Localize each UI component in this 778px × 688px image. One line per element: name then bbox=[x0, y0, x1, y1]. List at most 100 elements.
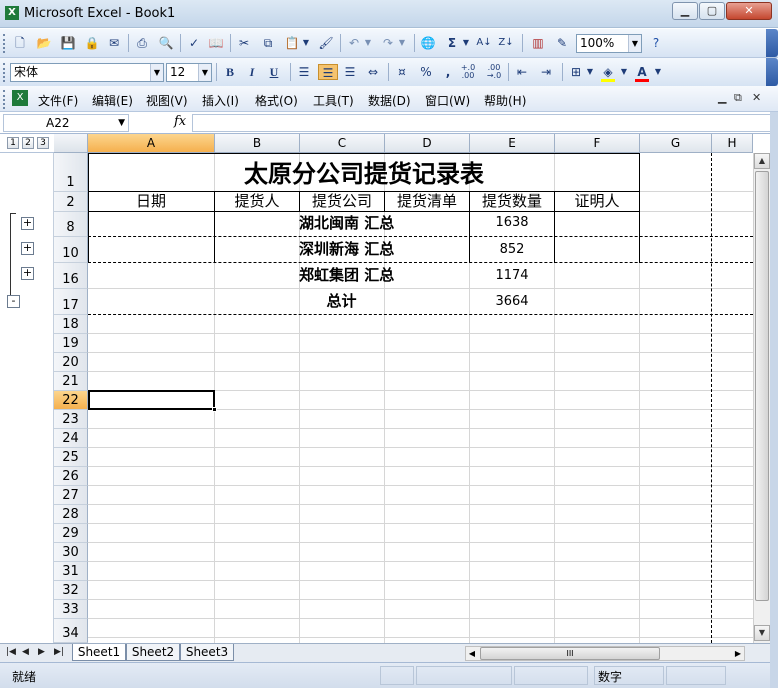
sheet-title[interactable]: 太原分公司提货记录表 bbox=[89, 157, 639, 191]
row-header[interactable]: 34 bbox=[54, 619, 88, 643]
row-header[interactable]: 10 bbox=[54, 237, 88, 263]
redo-icon[interactable]: ↷ bbox=[380, 35, 396, 51]
grand-total-value[interactable]: 3664 bbox=[470, 292, 554, 312]
hyperlink-icon[interactable]: 🌐 bbox=[420, 35, 436, 51]
subtotal-value[interactable]: 1174 bbox=[470, 266, 554, 286]
header-quantity[interactable]: 提货数量 bbox=[470, 192, 554, 211]
last-sheet-icon[interactable]: ▶| bbox=[54, 647, 64, 657]
header-picker[interactable]: 提货人 bbox=[215, 192, 299, 211]
cut-icon[interactable]: ✂ bbox=[236, 35, 252, 51]
formula-input[interactable] bbox=[192, 114, 774, 132]
header-witness[interactable]: 证明人 bbox=[555, 192, 639, 211]
header-list[interactable]: 提货清单 bbox=[385, 192, 469, 211]
row-header[interactable]: 28 bbox=[54, 505, 88, 524]
tab-sheet1[interactable]: Sheet1 bbox=[72, 644, 126, 661]
percent-button[interactable]: % bbox=[418, 64, 434, 80]
name-box[interactable]: A22 ▼ bbox=[3, 114, 129, 132]
copy-icon[interactable]: ⧉ bbox=[260, 35, 276, 51]
column-header-a[interactable]: A bbox=[88, 134, 215, 153]
fill-color-icon[interactable]: ◈ bbox=[600, 64, 616, 82]
horizontal-scrollbar[interactable]: III ◀ ▶ bbox=[465, 646, 745, 661]
row-header[interactable]: 27 bbox=[54, 486, 88, 505]
menu-insert[interactable]: 插入(I) bbox=[202, 92, 239, 109]
permission-icon[interactable]: 🔒 bbox=[84, 35, 100, 51]
spelling-icon[interactable]: ✓ bbox=[186, 35, 202, 51]
increase-indent-icon[interactable]: ⇥ bbox=[538, 64, 554, 80]
font-color-dropdown-icon[interactable]: ▼ bbox=[654, 64, 662, 80]
menu-edit[interactable]: 编辑(E) bbox=[92, 92, 133, 109]
row-header[interactable]: 18 bbox=[54, 315, 88, 334]
prev-sheet-icon[interactable]: ◀ bbox=[22, 647, 29, 657]
print-preview-icon[interactable]: 🔍 bbox=[158, 35, 174, 51]
undo-icon[interactable]: ↶ bbox=[346, 35, 362, 51]
chart-wizard-icon[interactable]: ▥ bbox=[530, 35, 546, 51]
expand-group-button[interactable]: + bbox=[21, 267, 34, 280]
grand-total-label[interactable]: 总计 bbox=[299, 291, 384, 311]
vertical-scroll-thumb[interactable] bbox=[755, 171, 769, 601]
vertical-scrollbar[interactable]: ▲ ▼ bbox=[753, 153, 770, 643]
horizontal-scroll-thumb[interactable]: III bbox=[480, 647, 660, 660]
subtotal-value[interactable]: 852 bbox=[470, 240, 554, 260]
insert-function-icon[interactable]: fx bbox=[174, 114, 186, 129]
save-icon[interactable]: 💾 bbox=[60, 35, 76, 51]
zoom-select[interactable]: 100% ▼ bbox=[576, 34, 642, 53]
row-header[interactable]: 19 bbox=[54, 334, 88, 353]
row-header[interactable]: 32 bbox=[54, 581, 88, 600]
paste-dropdown-icon[interactable]: ▼ bbox=[302, 35, 310, 51]
toolbar-options-button[interactable] bbox=[766, 29, 778, 57]
first-sheet-icon[interactable]: |◀ bbox=[6, 647, 16, 657]
align-right-icon[interactable]: ☰ bbox=[342, 64, 358, 80]
research-icon[interactable]: 📖 bbox=[208, 35, 224, 51]
borders-dropdown-icon[interactable]: ▼ bbox=[586, 64, 594, 80]
menu-window[interactable]: 窗口(W) bbox=[425, 92, 470, 109]
row-header[interactable]: 24 bbox=[54, 429, 88, 448]
row-header[interactable]: 8 bbox=[54, 212, 88, 237]
menu-view[interactable]: 视图(V) bbox=[146, 92, 188, 109]
worksheet-grid[interactable]: 太原分公司提货记录表 日期 提货人 提货公司 提货清单 提货数量 证明人 湖北闽… bbox=[88, 153, 753, 643]
next-sheet-icon[interactable]: ▶ bbox=[38, 647, 45, 657]
row-header[interactable]: 23 bbox=[54, 410, 88, 429]
row-header[interactable]: 26 bbox=[54, 467, 88, 486]
maximize-button[interactable]: ▢ bbox=[699, 2, 725, 20]
borders-icon[interactable]: ⊞ bbox=[568, 64, 584, 80]
sort-ascending-icon[interactable]: A↓ bbox=[476, 35, 492, 51]
row-header[interactable]: 2 bbox=[54, 192, 88, 212]
header-company[interactable]: 提货公司 bbox=[300, 192, 384, 211]
menu-tools[interactable]: 工具(T) bbox=[313, 92, 354, 109]
font-name-select[interactable]: 宋体 ▼ bbox=[10, 63, 164, 82]
currency-icon[interactable]: ¤ bbox=[394, 64, 410, 80]
print-icon[interactable]: ⎙ bbox=[134, 35, 150, 51]
tab-sheet2[interactable]: Sheet2 bbox=[126, 644, 180, 661]
doc-minimize-icon[interactable]: ▁ bbox=[718, 91, 726, 104]
column-header-d[interactable]: D bbox=[385, 134, 470, 153]
row-header[interactable]: 1 bbox=[54, 153, 88, 192]
open-icon[interactable]: 📂 bbox=[36, 35, 52, 51]
chevron-down-icon[interactable]: ▼ bbox=[118, 115, 125, 131]
bold-button[interactable]: B bbox=[222, 64, 238, 80]
column-header-h[interactable]: H bbox=[712, 134, 753, 153]
chevron-down-icon[interactable]: ▼ bbox=[628, 35, 641, 52]
chevron-down-icon[interactable]: ▼ bbox=[198, 64, 211, 81]
collapse-group-button[interactable]: - bbox=[7, 295, 20, 308]
close-button[interactable]: ✕ bbox=[726, 2, 772, 20]
menu-help[interactable]: 帮助(H) bbox=[484, 92, 526, 109]
column-header-c[interactable]: C bbox=[300, 134, 385, 153]
fill-color-dropdown-icon[interactable]: ▼ bbox=[620, 64, 628, 80]
excel-doc-icon[interactable]: X bbox=[12, 90, 28, 106]
underline-button[interactable]: U bbox=[266, 64, 282, 80]
expand-group-button[interactable]: + bbox=[21, 217, 34, 230]
outline-level-3-button[interactable]: 3 bbox=[37, 137, 49, 149]
scroll-up-icon[interactable]: ▲ bbox=[754, 153, 770, 169]
comma-button[interactable]: , bbox=[440, 64, 456, 80]
select-all-button[interactable] bbox=[54, 134, 88, 153]
sort-descending-icon[interactable]: Z↓ bbox=[498, 35, 514, 51]
help-icon[interactable]: ? bbox=[648, 35, 664, 51]
increase-decimal-button[interactable]: +.0 .00 bbox=[460, 64, 476, 80]
toolbar-grip[interactable] bbox=[3, 63, 6, 82]
toolbar-grip[interactable] bbox=[3, 34, 6, 53]
menu-data[interactable]: 数据(D) bbox=[368, 92, 411, 109]
active-cell[interactable] bbox=[88, 390, 217, 412]
row-header[interactable]: 21 bbox=[54, 372, 88, 391]
outline-level-2-button[interactable]: 2 bbox=[22, 137, 34, 149]
column-header-e[interactable]: E bbox=[470, 134, 555, 153]
